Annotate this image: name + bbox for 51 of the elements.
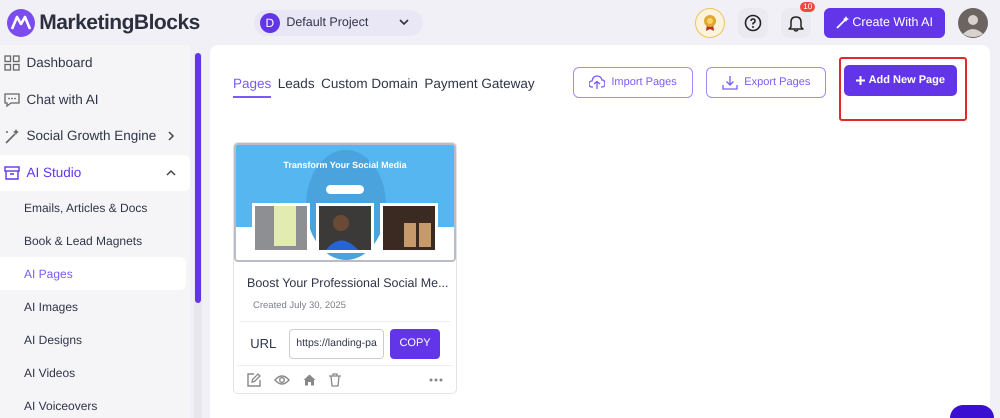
sidebar-item[interactable]: Social Growth Engine bbox=[0, 118, 190, 154]
chat-widget-button[interactable] bbox=[950, 405, 994, 418]
trash-icon[interactable] bbox=[329, 372, 341, 386]
notification-badge: 10 bbox=[800, 2, 816, 12]
url-field[interactable]: https://landing-pa bbox=[289, 328, 384, 358]
project-selector[interactable]: D Default Project bbox=[254, 10, 423, 36]
thumbnail-headline: Transform Your Social Media bbox=[282, 159, 408, 172]
tab[interactable]: Leads bbox=[278, 74, 315, 98]
sidebar-item[interactable]: AI Studio bbox=[0, 154, 190, 191]
sidebar-subitem[interactable]: Emails, Articles & Docs bbox=[0, 191, 190, 224]
tab[interactable]: Custom Domain bbox=[321, 74, 418, 98]
sidebar-item[interactable]: Chat with AI bbox=[0, 82, 190, 118]
sidebar-subitem[interactable]: AI Voiceovers bbox=[0, 389, 190, 418]
magic-wand-icon bbox=[4, 128, 20, 144]
dashboard-grid-icon bbox=[4, 55, 20, 72]
chevron-down-icon bbox=[398, 19, 409, 26]
medal-icon bbox=[703, 14, 718, 32]
help-icon bbox=[744, 14, 762, 32]
action-button[interactable]: Export Pages bbox=[706, 67, 826, 98]
eye-icon[interactable] bbox=[274, 374, 290, 386]
url-label: URL bbox=[250, 334, 276, 353]
sidebar-subitem[interactable]: AI Images bbox=[0, 290, 190, 323]
action-button[interactable]: Import Pages bbox=[572, 67, 693, 98]
sidebar-item[interactable]: Dashboard bbox=[0, 45, 190, 82]
created-date: Created July 30, 2025 bbox=[240, 292, 450, 322]
sidebar-subitem[interactable]: AI Pages bbox=[0, 257, 186, 290]
plus-icon bbox=[856, 76, 866, 85]
more-icon[interactable] bbox=[429, 378, 443, 382]
home-icon[interactable] bbox=[303, 374, 316, 386]
tab[interactable]: Pages bbox=[233, 74, 272, 98]
copy-button[interactable]: COPY bbox=[390, 328, 440, 358]
page-title: Boost Your Professional Social Me... bbox=[246, 275, 450, 292]
cloud-upload-icon bbox=[588, 75, 605, 90]
tab[interactable]: Payment Gateway bbox=[424, 74, 535, 98]
download-icon bbox=[722, 75, 738, 90]
magic-wand-icon bbox=[836, 16, 850, 29]
avatar bbox=[958, 8, 988, 38]
achievement-button[interactable] bbox=[695, 8, 726, 38]
sidebar-subitem[interactable]: AI Videos bbox=[0, 356, 190, 389]
add-button[interactable]: Add New Page bbox=[844, 65, 957, 96]
logo-icon bbox=[6, 8, 36, 38]
edit-icon[interactable] bbox=[247, 372, 261, 386]
help-button[interactable] bbox=[738, 8, 768, 38]
bell-icon bbox=[788, 14, 804, 32]
chat-icon bbox=[4, 92, 20, 108]
sidebar-subitem[interactable]: AI Designs bbox=[0, 323, 190, 356]
create-with-ai-button[interactable]: Create With AI bbox=[824, 8, 945, 38]
logo-text: MarketingBlocks bbox=[39, 10, 200, 36]
notification-button[interactable] bbox=[781, 8, 812, 38]
archive-box-icon bbox=[4, 164, 20, 181]
sidebar-subitem[interactable]: Book & Lead Magnets bbox=[0, 224, 190, 257]
